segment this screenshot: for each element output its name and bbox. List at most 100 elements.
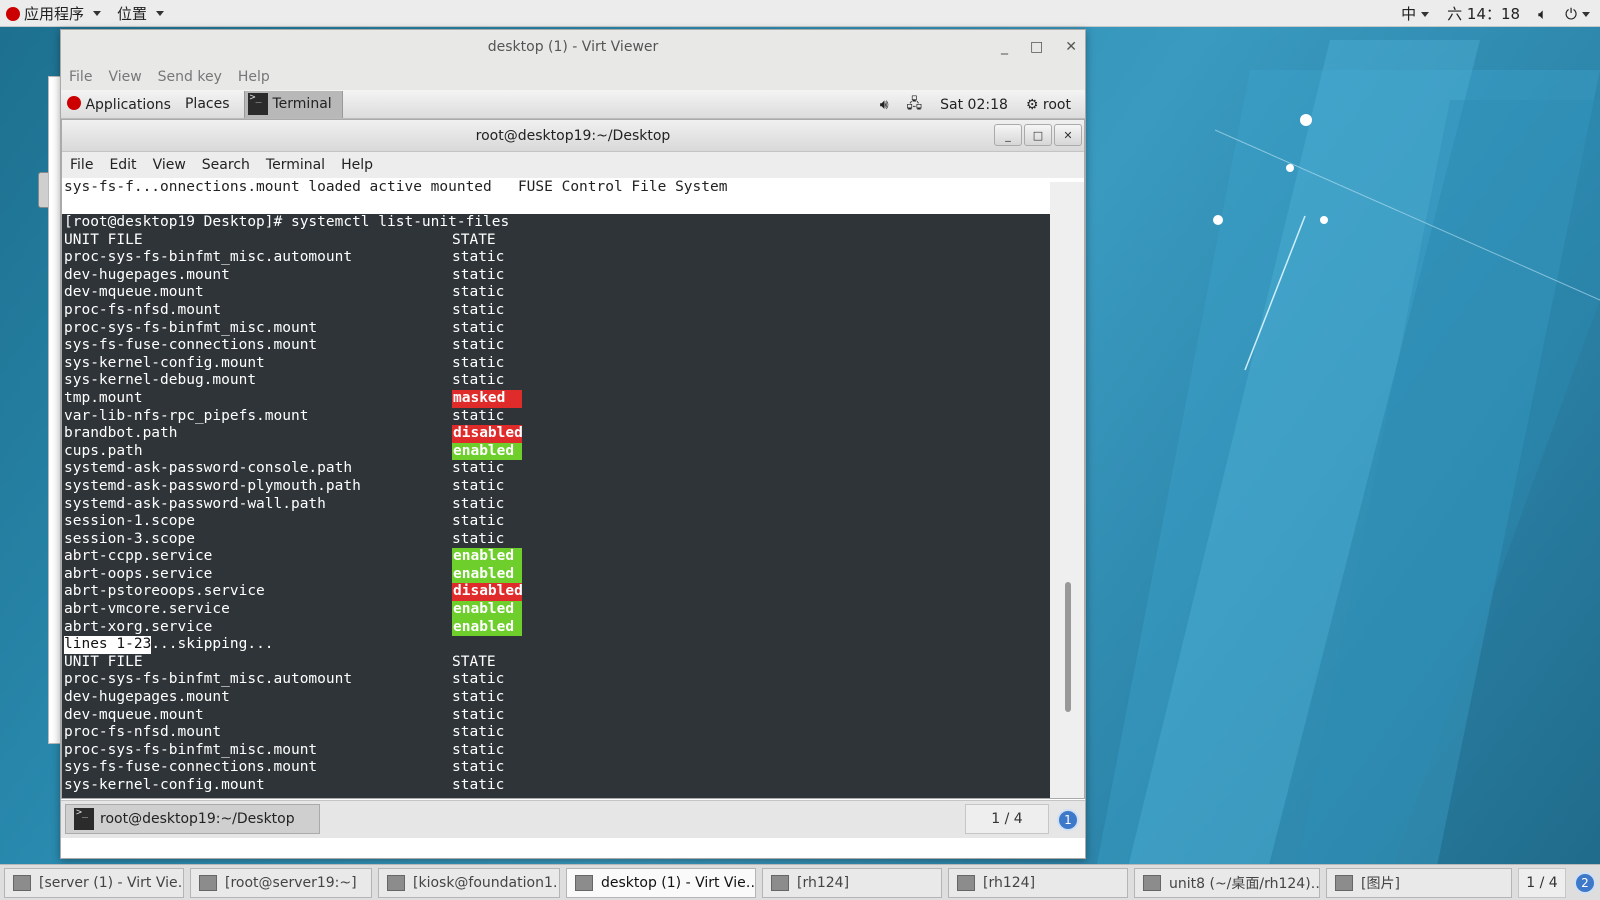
terminal-icon: >_ xyxy=(247,93,268,115)
unit-file-name: proc-fs-nfsd.mount xyxy=(64,724,222,741)
term-menu-edit[interactable]: Edit xyxy=(109,157,136,173)
host-task-desktop-virt-viewer[interactable]: desktop (1) - Virt Vie… xyxy=(566,868,756,898)
chevron-down-icon xyxy=(1582,11,1590,17)
guest-clock[interactable]: Sat 02:18 xyxy=(940,97,1008,113)
volume-icon[interactable]: 🔈︎ xyxy=(1538,5,1547,23)
chevron-down-icon xyxy=(1421,12,1430,17)
guest-terminal-label: Terminal xyxy=(272,96,332,112)
virt-viewer-title: desktop (1) - Virt Viewer xyxy=(487,39,659,55)
terminal-title: root@desktop19:~/Desktop xyxy=(475,127,671,144)
unit-row: abrt-oops.service enabled xyxy=(64,565,1050,584)
vv-menu-help[interactable]: Help xyxy=(238,69,270,85)
vv-menu-view[interactable]: View xyxy=(108,69,141,85)
unit-file-state: static xyxy=(452,671,505,688)
guest-top-panel: Applications Places >_ Terminal 🔊︎ 🖧︎ Sa… xyxy=(61,90,1085,119)
unit-file-state: STATE xyxy=(452,653,496,670)
unit-row: session-3.scope static xyxy=(64,531,1050,549)
host-taskbar: [server (1) - Virt Vie… [root@server19:~… xyxy=(0,864,1600,900)
unit-row: cups.path enabled xyxy=(64,442,1050,461)
terminal-previous-output: sys-fs-f...onnections.mount loaded activ… xyxy=(62,178,1084,214)
host-task-pictures[interactable]: [图片] xyxy=(1326,868,1512,898)
command-line: [root@desktop19 Desktop]# systemctl list… xyxy=(64,214,1050,232)
vv-menu-send-key[interactable]: Send key xyxy=(158,69,222,85)
term-menu-view[interactable]: View xyxy=(153,157,186,173)
guest-places-menu[interactable]: Places xyxy=(185,96,230,112)
host-notification-badge[interactable]: 2 xyxy=(1574,872,1596,894)
unit-row: sys-kernel-debug.mount static xyxy=(64,372,1050,390)
command-text: [root@desktop19 Desktop]# systemctl list… xyxy=(64,214,510,230)
host-places-label: 位置 xyxy=(117,4,148,23)
term-menu-help[interactable]: Help xyxy=(341,157,373,173)
host-task-kiosk-foundation[interactable]: [kiosk@foundation1… xyxy=(378,868,560,898)
terminal-window: root@desktop19:~/Desktop _ □ ✕ File Edit… xyxy=(61,119,1085,799)
virt-viewer-titlebar[interactable]: desktop (1) - Virt Viewer _ □ ✕ xyxy=(61,30,1085,64)
guest-taskbar-terminal[interactable]: >_ root@desktop19:~/Desktop xyxy=(65,804,320,834)
terminal-close-icon[interactable]: ✕ xyxy=(1054,124,1082,146)
terminal-icon xyxy=(199,875,217,891)
unit-file-state: static xyxy=(452,706,505,723)
unit-file-name: systemd-ask-password-console.path xyxy=(64,460,353,477)
input-method-indicator[interactable]: 中 xyxy=(1401,3,1430,24)
unit-file-name: session-1.scope xyxy=(64,513,195,530)
host-applications-menu[interactable]: 应用程序 xyxy=(0,3,111,24)
unit-file-name: proc-sys-fs-binfmt_misc.automount xyxy=(64,671,353,688)
host-task-rh124-1[interactable]: [rh124] xyxy=(762,868,942,898)
terminal-titlebar[interactable]: root@desktop19:~/Desktop _ □ ✕ xyxy=(62,120,1084,152)
host-task-server-virt-viewer[interactable]: [server (1) - Virt Vie… xyxy=(4,868,184,898)
term-menu-file[interactable]: File xyxy=(70,157,93,173)
unit-file-state: static xyxy=(452,372,505,389)
term-menu-terminal[interactable]: Terminal xyxy=(266,157,325,173)
guest-volume-icon[interactable]: 🔊︎ xyxy=(880,97,889,113)
vv-menu-file[interactable]: File xyxy=(69,69,92,85)
guest-applications-menu[interactable]: Applications xyxy=(67,95,171,113)
terminal-maximize-icon[interactable]: □ xyxy=(1024,124,1052,146)
unit-file-state: static xyxy=(452,530,505,547)
guest-network-icon[interactable]: 🖧︎ xyxy=(907,93,923,117)
unit-row: abrt-ccpp.service enabled xyxy=(64,548,1050,566)
folder-icon xyxy=(957,875,975,891)
host-places-menu[interactable]: 位置 xyxy=(111,3,174,24)
terminal-minimize-icon[interactable]: _ xyxy=(994,124,1022,146)
terminal-screen[interactable]: [root@desktop19 Desktop]# systemctl list… xyxy=(62,214,1050,798)
unit-file-state: static xyxy=(452,284,505,301)
host-task-label: [server (1) - Virt Vie… xyxy=(39,875,184,891)
guest-user-menu[interactable]: ⚙ root xyxy=(1026,97,1071,113)
terminal-menubar: File Edit View Search Terminal Help xyxy=(62,152,1084,178)
unit-file-state: static xyxy=(452,513,505,530)
host-workspace-switcher[interactable]: 1 / 4 xyxy=(1518,868,1566,898)
terminal-scrollbar[interactable] xyxy=(1050,182,1084,798)
maximize-icon[interactable]: □ xyxy=(1030,39,1043,55)
guest-display[interactable]: Applications Places >_ Terminal 🔊︎ 🖧︎ Sa… xyxy=(61,90,1085,858)
chevron-down-icon xyxy=(93,10,102,16)
unit-file-state: static xyxy=(452,477,505,494)
pager-status-line: lines 1-23 ...skipping... xyxy=(64,636,1050,654)
unit-file-name: sys-kernel-debug.mount xyxy=(64,372,257,389)
unit-row: proc-sys-fs-binfmt_misc.automount static xyxy=(64,249,1050,267)
host-task-unit8[interactable]: unit8 (~/桌面/rh124)… xyxy=(1134,868,1320,898)
guest-terminal-launcher[interactable]: >_ Terminal xyxy=(243,90,343,118)
guest-bottom-panel: >_ root@desktop19:~/Desktop 1 / 4 1 xyxy=(61,800,1085,838)
host-task-label: [rh124] xyxy=(983,875,1036,891)
unit-list: UNIT FILE STATE proc-sys-fs-binfmt_misc.au… xyxy=(64,232,1050,637)
unit-file-name: abrt-vmcore.service xyxy=(64,601,230,618)
pager-status: lines 1-23 xyxy=(64,636,152,654)
power-icon[interactable]: ⏻ xyxy=(1565,5,1590,23)
host-task-label: [图片] xyxy=(1361,876,1400,892)
minimize-icon[interactable]: _ xyxy=(1001,39,1008,55)
guest-notification-badge[interactable]: 1 xyxy=(1057,809,1079,831)
unit-file-name: UNIT FILE xyxy=(64,653,143,670)
unit-file-name: proc-fs-nfsd.mount xyxy=(64,301,222,318)
unit-row: var-lib-nfs-rpc_pipefs.mount static xyxy=(64,408,1050,426)
host-task-rh124-2[interactable]: [rh124] xyxy=(948,868,1128,898)
host-task-root-server19[interactable]: [root@server19:~] xyxy=(190,868,372,898)
unit-file-name: sys-fs-fuse-connections.mount xyxy=(64,337,318,354)
unit-row: proc-sys-fs-binfmt_misc.mount static xyxy=(64,742,1050,760)
term-menu-search[interactable]: Search xyxy=(202,157,250,173)
redhat-logo-icon xyxy=(67,96,81,110)
host-applications-label: 应用程序 xyxy=(24,4,85,23)
close-icon[interactable]: ✕ xyxy=(1065,39,1077,55)
unit-file-state: static xyxy=(452,249,505,266)
guest-workspace-switcher[interactable]: 1 / 4 xyxy=(965,804,1049,834)
scrollbar-thumb[interactable] xyxy=(1065,582,1071,712)
host-clock[interactable]: 六 14：18 xyxy=(1447,3,1520,24)
